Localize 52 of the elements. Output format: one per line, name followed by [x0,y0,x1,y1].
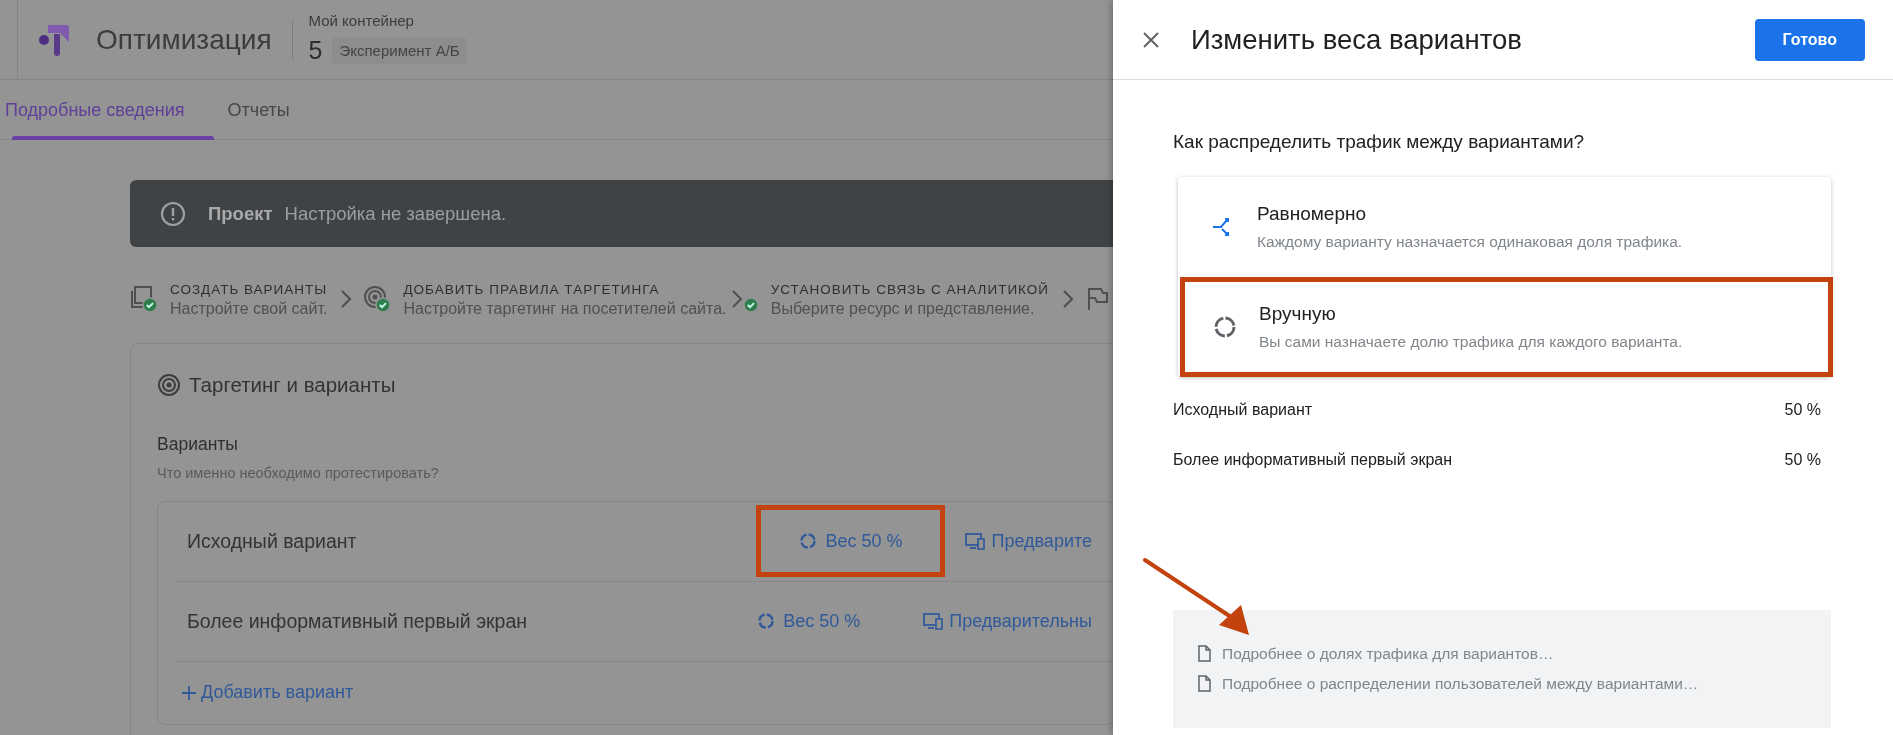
card-title: Таргетинг и варианты [189,372,396,398]
tab[interactable]: Отчеты [220,80,326,140]
step-subtitle: Выберите ресурс и представление. [770,298,1036,319]
experiment-number: 5 [308,35,323,66]
close-icon[interactable] [1141,29,1161,50]
option-label: Равномерно [1257,201,1368,226]
section-title: Варианты [157,432,239,456]
step-title: СОЗДАТЬ ВАРИАНТЫ [170,280,328,299]
preview-icon [923,612,944,631]
info-link[interactable]: о долях трафика для вариантов [1306,644,1538,662]
question-label: Как распределить трафик между вариантами? [1173,130,1586,154]
step-title: УСТАНОВИТЬ СВЯЗЬ С АНАЛИТИКОЙ [770,280,1049,299]
preview-link[interactable]: Предварите [991,527,1092,555]
banner-title: Проект [208,201,273,226]
weight-link[interactable]: Вес 50 % [783,607,861,635]
preview-link[interactable]: Предварительны [949,607,1092,635]
add-variant-link[interactable]: Добавить вариант [201,679,354,707]
weight-value: 50 % [1784,449,1821,470]
variant-name: Более информативный первый экран [1173,449,1453,470]
alert-icon [160,200,186,227]
document-icon [1197,675,1212,692]
variant-name: Исходный вариант [187,528,358,554]
step-subtitle: Настройте таргетинг на посетителей сайта. [403,298,727,319]
step-title: ДОБАВИТЬ ПРАВИЛА ТАРГЕТИНГА [403,280,661,299]
menu-option[interactable]: Вручную Вы сами назначаете долю трафика для каждого варианта. [1180,276,1833,377]
experiment-type-tag: Эксперимент А/Б [332,37,467,64]
container-name: Мой контейнер [308,10,415,31]
weight-icon [757,612,776,631]
document-icon [1197,645,1212,662]
menu-option[interactable]: Равномерно Каждому варианту назначается одинаковая доля трафика. [1178,176,1831,277]
banner-message: Настройка не завершена. [284,201,507,226]
circle-icon [1213,314,1237,339]
variant-name: Более информативный первый экран [187,608,529,634]
preview-icon [965,532,986,551]
target-icon [157,373,181,398]
panel-title: Изменить веса вариантов [1191,22,1523,57]
option-label: Вручную [1259,301,1337,326]
info-text: Подробнее о распределении пользователей между вариантами… [1222,673,1699,694]
step-subtitle: Настройте свой сайт. [170,298,328,319]
weight-value: 50 % [1784,399,1821,420]
tab[interactable]: Подробные сведения [5,80,221,140]
app-title: Оптимизация [96,22,272,57]
weight-icon [799,532,818,551]
variant-name: Исходный вариант [1173,399,1313,420]
info-text: Подробнее о долях трафика для вариантов… [1222,643,1554,664]
section-hint: Что именно необходимо протестировать? [157,464,440,483]
option-description: Каждому варианту назначается одинаковая доля трафика. [1257,232,1683,253]
done-button[interactable]: Готово [1754,18,1865,61]
plus-icon [181,684,197,701]
weight-link[interactable]: Вес 50 % [825,527,903,555]
info-link[interactable]: о распределении пользователей между вариантами [1306,674,1683,692]
option-description: Вы сами назначаете долю трафика для каждого варианта. [1259,332,1683,353]
